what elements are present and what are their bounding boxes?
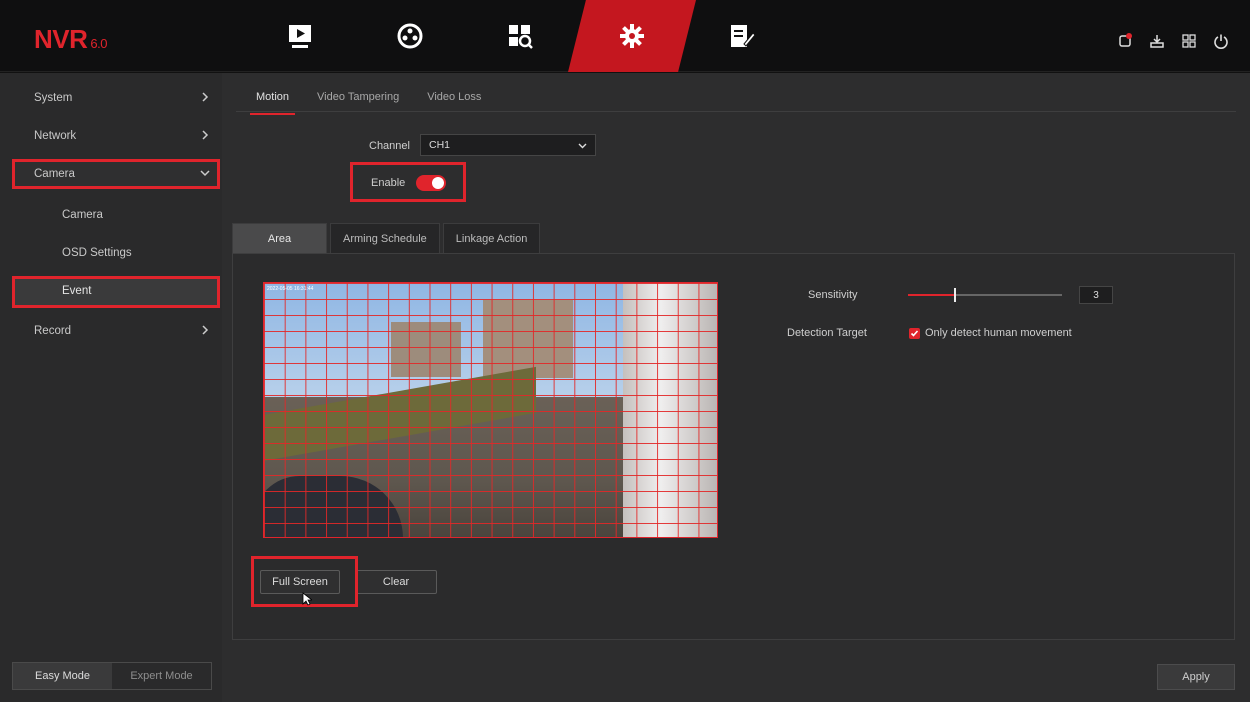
power-icon[interactable] — [1212, 32, 1230, 50]
human-detect-checkbox[interactable] — [909, 328, 920, 339]
tab-video-tampering[interactable]: Video Tampering — [303, 85, 413, 111]
logo-text: NVR — [34, 24, 88, 54]
enable-label: Enable — [371, 177, 406, 189]
sidebar-item-label: Camera — [62, 209, 103, 221]
sidebar-item-label: Network — [34, 130, 77, 142]
chevron-right-icon — [202, 325, 209, 335]
sidebar-item-label: OSD Settings — [62, 247, 132, 259]
camera-preview[interactable]: 2022-05-05 16:31:44 — [263, 282, 718, 538]
clear-button[interactable]: Clear — [355, 570, 437, 594]
logo-version: 6.0 — [90, 36, 107, 51]
toggle-knob — [432, 177, 444, 189]
channel-value: CH1 — [429, 139, 451, 151]
apply-button[interactable]: Apply — [1157, 664, 1235, 690]
expert-mode-button[interactable]: Expert Mode — [112, 663, 211, 689]
sidebar-subitem-event[interactable]: Event — [12, 276, 218, 306]
download-icon[interactable] — [1148, 32, 1166, 50]
full-screen-button[interactable]: Full Screen — [260, 570, 340, 594]
nav-dial-button[interactable] — [380, 14, 440, 58]
nav-search-button[interactable] — [490, 14, 550, 58]
checkmark-icon — [910, 330, 919, 337]
sidebar-item-system[interactable]: System — [12, 83, 218, 113]
top-bar: NVR 6.0 — [0, 0, 1250, 72]
tab-video-loss[interactable]: Video Loss — [413, 85, 495, 111]
area-panel: 2022-05-05 16:31:44 Sensitivity 3 Detect… — [232, 253, 1235, 640]
sensitivity-slider[interactable] — [908, 288, 1062, 302]
subtab-area[interactable]: Area — [232, 223, 327, 253]
tab-motion[interactable]: Motion — [242, 85, 303, 115]
channel-label: Channel — [369, 140, 410, 152]
channel-select[interactable]: CH1 — [420, 134, 596, 156]
status-icons — [1116, 32, 1230, 50]
app-logo: NVR 6.0 — [34, 24, 107, 55]
mode-switch: Easy Mode Expert Mode — [12, 662, 212, 690]
chevron-down-icon — [578, 143, 587, 149]
playback-icon — [289, 25, 311, 48]
nav-edit-button[interactable] — [712, 14, 772, 58]
search-icon — [509, 25, 533, 49]
event-tabs: Motion Video Tampering Video Loss — [242, 85, 495, 115]
grid-icon[interactable] — [1180, 32, 1198, 50]
human-detect-label: Only detect human movement — [925, 327, 1072, 339]
nav-settings-button[interactable] — [602, 14, 662, 58]
slider-fill — [908, 294, 955, 296]
sidebar-item-label: Record — [34, 325, 72, 337]
sidebar-item-label: Event — [62, 285, 92, 297]
sidebar-subitem-osd-settings[interactable]: OSD Settings — [12, 238, 218, 268]
alarm-icon[interactable] — [1116, 32, 1134, 50]
enable-toggle[interactable] — [416, 175, 446, 191]
easy-mode-button[interactable]: Easy Mode — [13, 663, 112, 689]
settings-gear-icon — [620, 24, 644, 48]
sidebar-item-label: System — [34, 92, 73, 104]
sidebar-item-camera[interactable]: Camera — [12, 159, 218, 189]
subtab-linkage-action[interactable]: Linkage Action — [442, 223, 541, 253]
edit-form-icon — [731, 25, 756, 47]
motion-subtabs: Area Arming Schedule Linkage Action — [232, 223, 541, 253]
slider-thumb[interactable] — [954, 288, 957, 302]
detection-target-label: Detection Target — [787, 327, 867, 339]
chevron-right-icon — [202, 92, 209, 102]
main-panel: Motion Video Tampering Video Loss Channe… — [222, 73, 1250, 702]
sidebar: System Network Camera Camera OSD Setting… — [0, 73, 222, 702]
mouse-cursor-icon — [302, 592, 312, 606]
subtab-arming-schedule[interactable]: Arming Schedule — [330, 223, 440, 253]
sidebar-item-record[interactable]: Record — [12, 316, 218, 346]
nav-playback-button[interactable] — [270, 14, 330, 58]
osd-timestamp: 2022-05-05 16:31:44 — [267, 286, 314, 292]
sidebar-subitem-camera[interactable]: Camera — [12, 200, 218, 230]
chevron-right-icon — [202, 130, 209, 140]
chevron-down-icon — [200, 170, 210, 177]
highlight-box — [350, 162, 466, 202]
sidebar-item-network[interactable]: Network — [12, 121, 218, 151]
divider — [236, 111, 1236, 112]
sensitivity-label: Sensitivity — [808, 289, 858, 301]
dial-icon — [397, 23, 423, 49]
motion-grid[interactable] — [263, 282, 718, 538]
sidebar-item-label: Camera — [34, 168, 75, 180]
sensitivity-value[interactable]: 3 — [1079, 286, 1113, 304]
